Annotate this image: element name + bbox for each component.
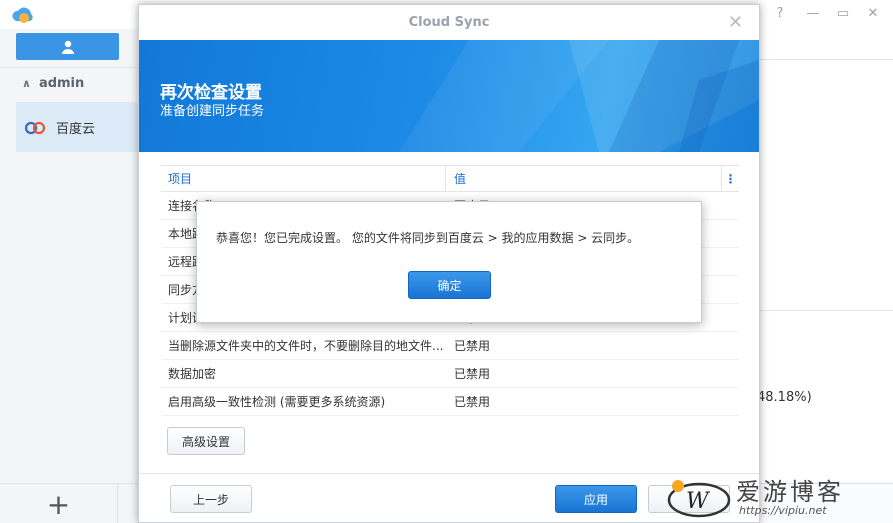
column-header-value[interactable]: 值: [446, 166, 739, 191]
help-icon[interactable]: ?: [771, 6, 789, 21]
confirmation-alert: 恭喜您！您已完成设置。 您的文件将同步到百度云 > 我的应用数据 > 云同步。 …: [196, 201, 702, 323]
ok-button[interactable]: 确定: [408, 271, 491, 299]
column-header-item[interactable]: 项目: [161, 166, 446, 191]
account-header[interactable]: ∧ admin: [22, 76, 84, 91]
table-row: 启用高级一致性检测 (需要更多系统资源) 已禁用: [161, 388, 739, 416]
column-menu-icon[interactable]: ⋮: [721, 166, 739, 191]
table-row: 数据加密 已禁用: [161, 360, 739, 388]
minimize-icon[interactable]: —: [804, 6, 822, 21]
sidebar: ∧ admin 百度云 +: [0, 29, 140, 523]
advanced-settings-button[interactable]: 高级设置: [167, 427, 245, 455]
sidebar-divider: [0, 67, 140, 68]
previous-button[interactable]: 上一步: [170, 485, 252, 513]
table-row: 当删除源文件夹中的文件时，不要删除目的地文件... 已禁用: [161, 332, 739, 360]
chevron-up-icon: ∧: [22, 77, 31, 90]
row-value: 已禁用: [454, 367, 491, 381]
row-value: 已禁用: [454, 395, 491, 409]
watermark: W 爱游博客 https://vipiu.net: [664, 470, 893, 523]
sidebar-item-label: 百度云: [56, 121, 96, 137]
svg-text:W: W: [686, 489, 711, 514]
background-percent-text: 48.18%): [757, 390, 812, 405]
close-app-icon[interactable]: ✕: [864, 6, 882, 21]
watermark-title: 爱游博客: [736, 478, 844, 506]
add-connection-button[interactable]: +: [0, 484, 118, 523]
watermark-logo-icon: W: [667, 480, 731, 518]
apply-button[interactable]: 应用: [555, 485, 637, 513]
baidu-cloud-icon: [24, 121, 46, 135]
user-icon: [61, 40, 74, 54]
main-divider: [760, 310, 893, 311]
sidebar-item-baidu-cloud[interactable]: 百度云: [16, 102, 140, 152]
row-item: 数据加密: [168, 367, 217, 381]
row-value: 已禁用: [454, 339, 491, 353]
banner-subtitle: 准备创建同步任务: [160, 104, 265, 119]
row-item: 当删除源文件夹中的文件时，不要删除目的地文件...: [168, 339, 444, 353]
close-icon[interactable]: ✕: [728, 12, 743, 33]
user-button[interactable]: [16, 33, 119, 60]
maximize-icon[interactable]: ▭: [834, 6, 852, 21]
main-divider: [760, 59, 893, 60]
sidebar-footer: +: [0, 483, 140, 523]
dialog-titlebar: Cloud Sync ✕: [139, 5, 759, 40]
dialog-title: Cloud Sync: [408, 15, 490, 30]
dialog-banner: 再次检查设置 准备创建同步任务: [139, 40, 759, 152]
alert-message: 恭喜您！您已完成设置。 您的文件将同步到百度云 > 我的应用数据 > 云同步。: [216, 231, 640, 245]
table-header: 项目 值 ⋮: [161, 165, 739, 192]
watermark-url: https://vipiu.net: [739, 504, 827, 517]
row-item: 启用高级一致性检测 (需要更多系统资源): [168, 395, 386, 409]
account-name: admin: [38, 76, 85, 91]
cloud-sync-logo-icon: [12, 7, 33, 23]
